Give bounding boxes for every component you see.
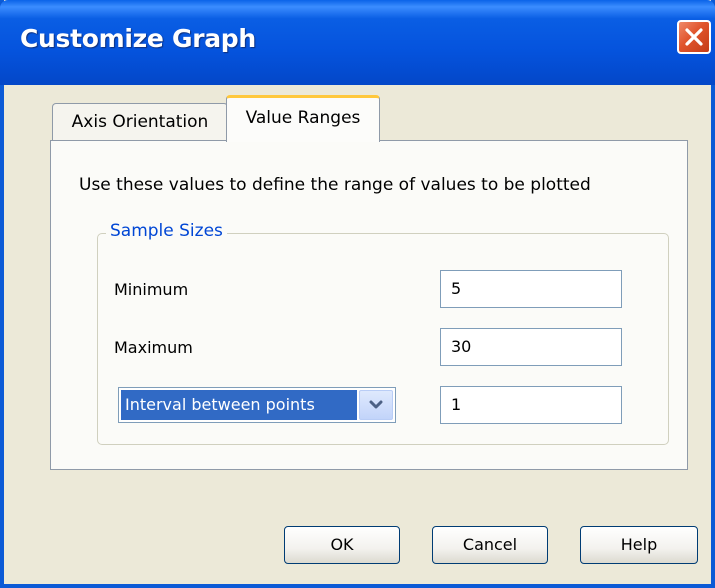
ok-button[interactable]: OK [284, 526, 400, 564]
sample-sizes-group: Sample Sizes Minimum 5 Maximum 30 Interv… [97, 221, 669, 445]
chevron-down-icon [369, 400, 383, 409]
title-bar[interactable]: Customize Graph [0, 0, 715, 85]
maximum-input[interactable]: 30 [440, 328, 622, 366]
tab-value-ranges[interactable]: Value Ranges [226, 95, 380, 142]
interval-input[interactable]: 1 [440, 386, 622, 424]
panel-description: Use these values to define the range of … [79, 175, 591, 195]
maximum-label: Maximum [114, 338, 193, 357]
close-button[interactable] [677, 20, 711, 54]
close-icon [685, 28, 703, 46]
minimum-label: Minimum [114, 280, 189, 299]
value-ranges-panel: Use these values to define the range of … [50, 140, 688, 470]
minimum-input[interactable]: 5 [440, 270, 622, 308]
window-title: Customize Graph [20, 24, 256, 53]
cancel-button[interactable]: Cancel [432, 526, 548, 564]
help-button[interactable]: Help [580, 526, 698, 564]
tab-axis-orientation[interactable]: Axis Orientation [52, 103, 228, 141]
interval-type-value: Interval between points [121, 390, 357, 420]
group-legend: Sample Sizes [106, 221, 227, 241]
interval-type-select[interactable]: Interval between points [118, 387, 396, 423]
dropdown-button[interactable] [359, 390, 393, 420]
dialog-window: Customize Graph Axis Orientation Value R… [0, 0, 715, 588]
